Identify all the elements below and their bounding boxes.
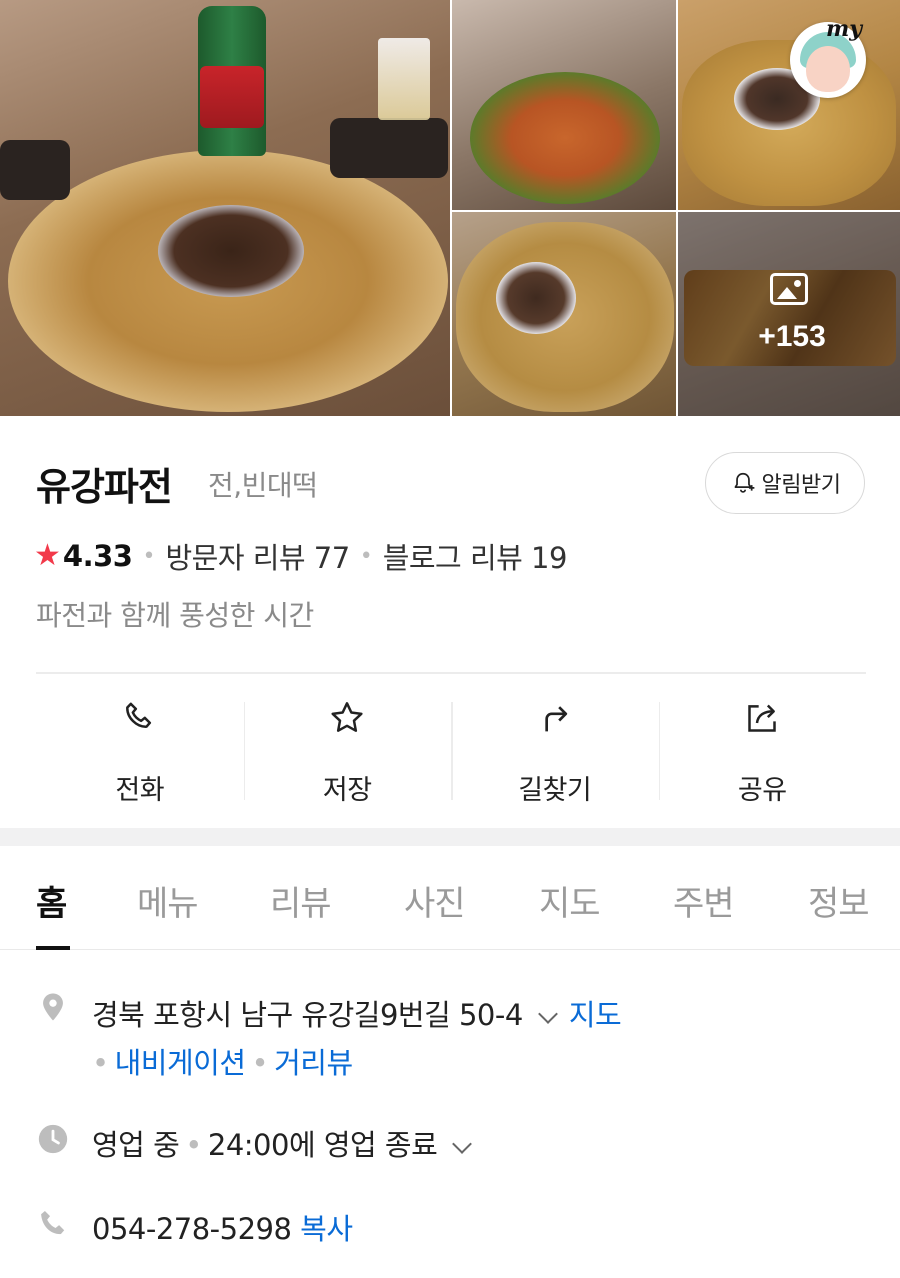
salad-image [470,72,660,204]
map-link[interactable]: 지도 [569,998,622,1032]
side-dish-image [330,118,448,178]
more-photos-count: +153 [758,320,826,353]
action-bar: 전화 저장 길찾기 공유 [36,680,866,810]
business-status: 영업 중 [92,1128,180,1162]
tab-reviews[interactable]: 리뷰 [270,876,332,925]
call-button-label: 전화 [115,775,165,806]
glass-image [378,38,430,120]
visitor-review-link[interactable]: 방문자 리뷰 77 [165,535,350,577]
address-links-row: • 내비게이션 • 거리뷰 [92,1040,353,1082]
save-button-label: 저장 [322,775,372,806]
chevron-down-icon[interactable] [537,1004,558,1024]
place-tagline: 파전과 함께 풍성한 시간 [36,599,314,632]
beer-label-image [200,66,264,128]
call-button[interactable]: 전화 [36,680,244,810]
rating-row: ★ 4.33 • 방문자 리뷰 77 • 블로그 리뷰 19 [34,536,567,576]
tab-home[interactable]: 홈 [36,876,67,925]
tab-map[interactable]: 지도 [539,876,601,925]
my-label: my [826,16,863,42]
directions-button-label: 길찾기 [518,775,592,806]
navigation-link[interactable]: 내비게이션 [115,1046,246,1080]
share-button-label: 공유 [737,775,787,806]
notify-button[interactable]: 알림받기 [705,452,865,514]
phone-icon [125,702,151,728]
tab-bar: 홈 메뉴 리뷰 사진 지도 주변 정보 [0,846,900,950]
divider [36,672,866,674]
tab-photos[interactable]: 사진 [404,876,466,925]
sauce-bowl-image [496,262,576,334]
address-row: 경북 포항시 남구 유강길9번길 50-4 지도 [92,992,622,1034]
hours-row: 영업 중 • 24:00에 영업 종료 [92,1122,483,1164]
clock-icon [38,1124,68,1154]
business-hours: 24:00에 영업 종료 [207,1128,438,1162]
rating-value: 4.33 [62,539,133,573]
tab-info[interactable]: 정보 [808,876,870,925]
separator-dot: • [359,543,373,569]
photo-gallery: +153 my [0,0,900,416]
separator-dot: • [185,1128,202,1162]
rating-star-icon: ★ [34,538,61,573]
notify-button-label: 알림받기 [761,473,841,498]
streetview-link[interactable]: 거리뷰 [274,1046,353,1080]
save-button[interactable]: 저장 [243,680,452,810]
place-name: 유강파전 [36,465,173,509]
star-icon [331,702,363,732]
phone-icon [41,1210,65,1235]
active-tab-indicator [36,946,70,950]
separator-dot: • [92,1046,109,1080]
image-icon [770,273,808,305]
side-dish-image [0,140,70,200]
place-category: 전,빈대떡 [208,469,318,502]
directions-button[interactable]: 길찾기 [451,680,659,810]
copy-phone-link[interactable]: 복사 [300,1212,353,1246]
bell-plus-icon [734,472,754,493]
address-text: 경북 포항시 남구 유강길9번길 50-4 [92,998,523,1032]
phone-number[interactable]: 054-278-5298 [92,1212,292,1246]
chevron-down-icon[interactable] [452,1134,473,1154]
share-button[interactable]: 공유 [658,680,867,810]
avatar [806,46,850,92]
blog-review-link[interactable]: 블로그 리뷰 19 [383,535,568,577]
tab-nearby[interactable]: 주변 [673,876,735,925]
section-divider [0,828,900,846]
location-pin-icon [43,993,63,1021]
directions-icon [545,706,567,732]
phone-row: 054-278-5298 복사 [92,1206,353,1248]
tab-menu[interactable]: 메뉴 [137,876,199,925]
more-photos-overlay[interactable] [678,212,900,416]
dipping-sauce-image [158,205,304,297]
separator-dot: • [251,1046,269,1080]
share-icon [748,704,776,732]
separator-dot: • [142,543,156,569]
